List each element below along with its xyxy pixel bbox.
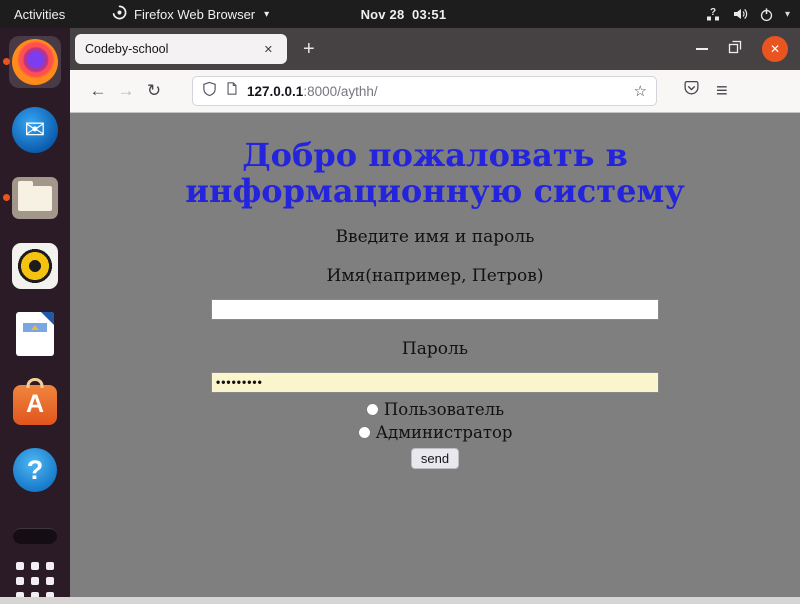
dock-item-ubuntu-software[interactable]: A [9, 376, 61, 428]
running-indicator [3, 58, 10, 65]
password-label: Пароль [70, 339, 800, 359]
dock-item-thunderbird[interactable]: ✉ [9, 104, 61, 156]
url-text[interactable]: 127.0.0.1:8000/aythh/ [247, 84, 378, 99]
close-icon: ✕ [770, 42, 780, 56]
admin-radio-label: Администратор [376, 423, 513, 442]
dock-item-files[interactable] [9, 172, 61, 224]
navigation-toolbar: ← → ↻ 127.0.0.1:8000/aythh/ ☆ ≡ [70, 70, 800, 113]
menu-icon[interactable]: ≡ [716, 80, 728, 103]
bookmark-star-icon[interactable]: ☆ [634, 82, 647, 100]
new-tab-button[interactable]: + [303, 38, 315, 61]
shield-icon[interactable] [202, 81, 217, 102]
page-content: Добро пожаловать в информационную систем… [70, 113, 800, 596]
page-info-icon[interactable] [225, 81, 239, 101]
dock-item-help[interactable]: ? [9, 444, 61, 496]
dock-item-rhythmbox[interactable] [9, 240, 61, 292]
role-option-user: Пользователь [70, 400, 800, 419]
close-button[interactable]: ✕ [762, 36, 788, 62]
minimize-button[interactable] [696, 48, 708, 50]
restore-button[interactable] [728, 40, 742, 59]
firefox-icon [12, 39, 58, 85]
system-tray[interactable]: ? ▾ [705, 6, 790, 22]
ubuntu-software-icon: A [13, 385, 57, 425]
network-unknown-icon: ? [705, 6, 721, 22]
name-input[interactable] [211, 299, 659, 320]
activities-button[interactable]: Activities [0, 0, 79, 28]
svg-text:?: ? [710, 7, 716, 18]
chevron-down-icon: ▾ [785, 9, 790, 20]
back-button[interactable]: ← [84, 81, 112, 101]
dock-item-libreoffice-writer[interactable] [9, 308, 61, 360]
subtitle: Введите имя и пароль [70, 227, 800, 247]
top-system-bar: Activities Firefox Web Browser ▾ Nov 28 … [0, 0, 800, 28]
forward-button[interactable]: → [112, 81, 140, 101]
dock: ✉ A ? [0, 28, 70, 597]
screen-bottom-strip [0, 597, 800, 604]
volume-icon [732, 6, 748, 22]
tab-close-icon[interactable]: ✕ [260, 41, 277, 58]
name-label: Имя(например, Петров) [70, 266, 800, 286]
firefox-window: Codeby-school ✕ + ✕ ← → ↻ 127.0.0.1:8000… [70, 28, 800, 604]
dock-item-app-grid[interactable] [9, 550, 61, 602]
reload-button[interactable]: ↻ [140, 81, 168, 101]
app-menu[interactable]: Firefox Web Browser ▾ [112, 5, 269, 23]
role-option-admin: Администратор [70, 423, 800, 442]
url-bar[interactable]: 127.0.0.1:8000/aythh/ ☆ [192, 76, 657, 106]
password-input[interactable] [211, 372, 659, 393]
libreoffice-writer-icon [16, 312, 54, 356]
running-indicator [3, 194, 10, 201]
url-path: :8000/aythh/ [303, 84, 377, 99]
send-button[interactable]: send [411, 448, 459, 469]
power-icon [759, 7, 774, 22]
dock-item-firefox[interactable] [9, 36, 61, 88]
clock[interactable]: Nov 28 03:51 [361, 7, 447, 22]
admin-radio[interactable] [358, 426, 371, 439]
page-title: Добро пожаловать в информационную систем… [155, 137, 715, 210]
tab-codeby-school[interactable]: Codeby-school ✕ [75, 34, 287, 64]
app-grid-icon [16, 562, 54, 600]
firefox-mono-icon [112, 5, 127, 23]
user-radio-label: Пользователь [384, 400, 504, 419]
help-icon: ? [13, 448, 57, 492]
dark-app-icon [13, 528, 57, 544]
rhythmbox-icon [12, 243, 58, 289]
chevron-down-icon: ▾ [264, 9, 269, 20]
app-menu-label: Firefox Web Browser [134, 7, 255, 22]
tab-title: Codeby-school [85, 42, 260, 56]
pocket-icon[interactable] [683, 80, 700, 102]
files-icon [12, 177, 58, 219]
window-controls: ✕ [696, 36, 800, 62]
thunderbird-icon: ✉ [12, 107, 58, 153]
user-radio[interactable] [366, 403, 379, 416]
tab-bar: Codeby-school ✕ + ✕ [70, 28, 800, 70]
url-host: 127.0.0.1 [247, 84, 303, 99]
dock-item-dark-app[interactable] [9, 520, 61, 540]
